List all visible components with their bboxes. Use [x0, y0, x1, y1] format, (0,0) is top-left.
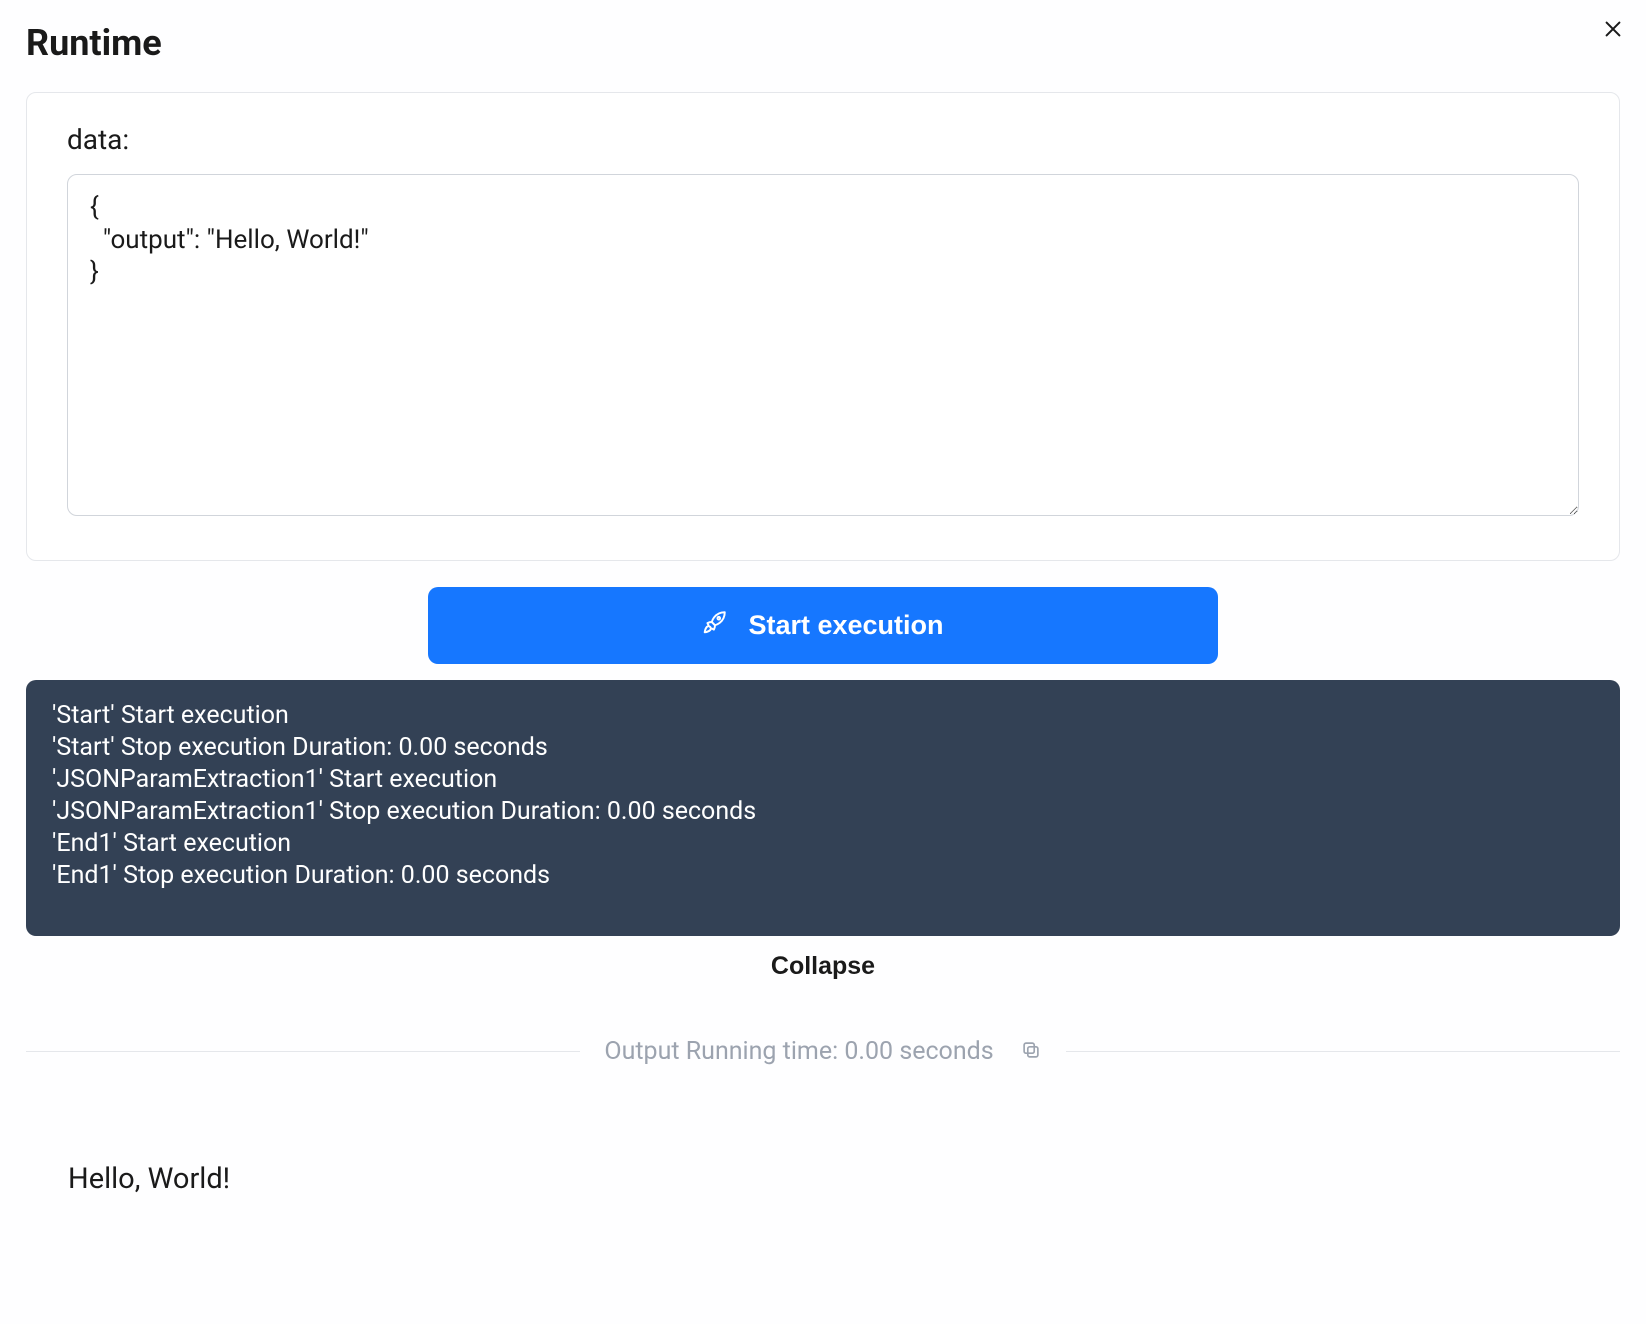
rocket-icon	[702, 609, 728, 642]
data-textarea[interactable]	[67, 174, 1579, 516]
divider-line-right	[1066, 1051, 1620, 1052]
start-execution-button[interactable]: Start execution	[428, 587, 1218, 664]
execution-log: 'Start' Start execution 'Start' Stop exe…	[26, 680, 1620, 936]
collapse-button[interactable]: Collapse	[771, 952, 875, 981]
copy-icon	[1020, 1039, 1042, 1064]
data-label: data:	[67, 123, 1579, 156]
input-panel: data:	[26, 92, 1620, 561]
copy-output-button[interactable]	[1020, 1039, 1042, 1064]
output-running-time-label: Output Running time: 0.00 seconds	[604, 1037, 993, 1066]
output-text: Hello, World!	[26, 1162, 1620, 1196]
close-button[interactable]	[1602, 18, 1624, 43]
divider-line-left	[26, 1051, 580, 1052]
close-icon	[1602, 18, 1624, 43]
start-execution-label: Start execution	[748, 610, 943, 641]
page-title: Runtime	[26, 22, 162, 64]
output-divider: Output Running time: 0.00 seconds	[26, 1037, 1620, 1066]
